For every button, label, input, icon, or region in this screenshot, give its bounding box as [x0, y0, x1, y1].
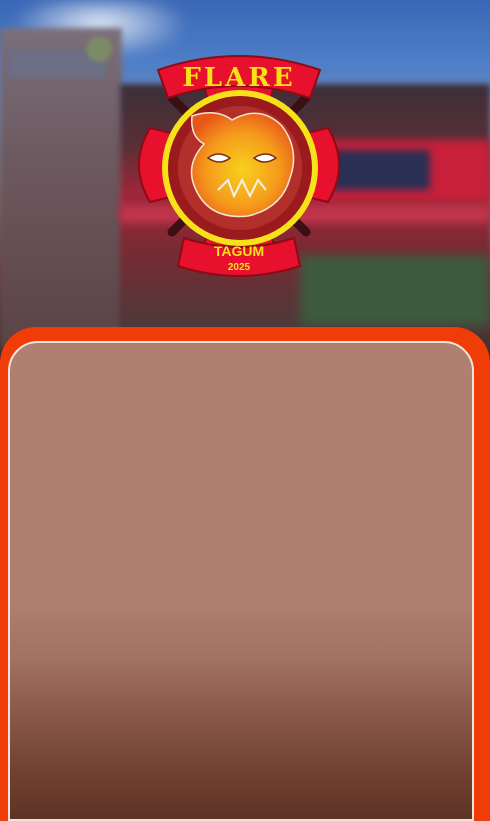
login-card — [8, 341, 474, 821]
logo-year: 2025 — [228, 262, 251, 273]
login-screen: FLARE TAGUM 2025 — [0, 0, 490, 821]
logo-title: FLARE — [182, 63, 295, 93]
flare-logo: FLARE TAGUM 2025 — [114, 40, 364, 290]
background-seal — [86, 36, 112, 62]
logo-city: TAGUM — [214, 243, 264, 259]
fire-cross-emblem-icon: FLARE TAGUM 2025 — [138, 55, 340, 277]
